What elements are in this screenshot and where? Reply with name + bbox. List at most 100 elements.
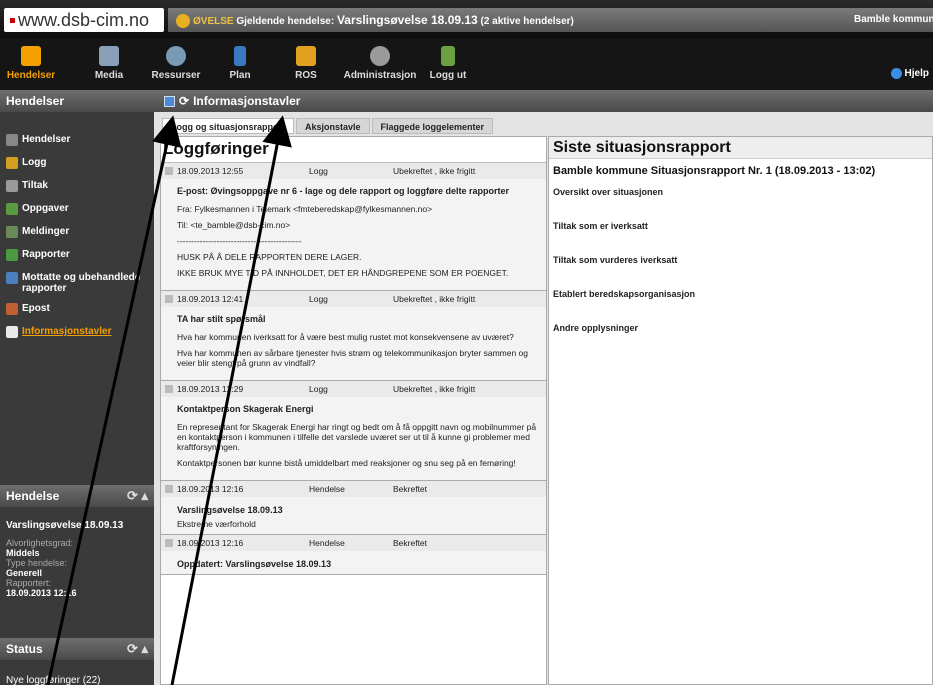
site-address[interactable]: www.dsb-cim.no [4, 8, 164, 32]
nav-label: Plan [229, 70, 251, 81]
sidebar-item-mottatte[interactable]: Mottatte og ubehandlede rapporter [0, 272, 154, 294]
sidebar: Hendelser Hendelser Logg Tiltak Oppgaver… [0, 90, 154, 686]
log-icon [6, 157, 18, 169]
type-label: Type hendelse: [6, 558, 68, 568]
new-log-entries-link[interactable]: Nye loggføringer (22) [6, 675, 100, 686]
tab-aksjonstavle[interactable]: Aksjonstavle [296, 118, 370, 134]
status-panel-title: Status [6, 642, 43, 656]
sidebar-item-informasjonstavler[interactable]: Informasjonstavler [0, 326, 154, 340]
nav-logg-ut[interactable]: Logg ut [424, 38, 472, 90]
entry-line: HUSK PÅ Å DELE RAPPORTEN DERE LAGER. [177, 252, 362, 262]
main-content: ⟳ Informasjonstavler Logg og situasjonsra… [154, 90, 933, 685]
sidebar-item-label: Meldinger [22, 226, 70, 237]
tab-logg-situasjonsrapport[interactable]: Logg og situasjonsrapport [162, 118, 294, 134]
sidebar-item-label: Oppgaver [22, 203, 69, 214]
entry-status: Ubekreftet , ikke frigitt [393, 294, 476, 304]
nav-ros[interactable]: ROS [286, 38, 326, 90]
entry-line: Hva har kommunen av sårbare tjenester hv… [177, 348, 529, 368]
sidebar-item-oppgaver[interactable]: Oppgaver [0, 203, 154, 217]
tab-bar: Logg og situasjonsrapport Aksjonstavle F… [162, 118, 495, 134]
log-panel-title: Loggføringer [161, 137, 546, 163]
log-entry-body: Kontaktperson Skagerak Energi En represe… [161, 397, 546, 480]
banner-count: (2 aktive hendelser) [480, 16, 574, 27]
banner-event[interactable]: Varslingsøvelse 18.09.13 [337, 13, 478, 27]
situation-report-title[interactable]: Bamble kommune Situasjonsrapport Nr. 1 (… [549, 159, 932, 187]
log-panel: Loggføringer 18.09.2013 12:55 Logg Ubekref… [160, 136, 547, 685]
entry-line: Til: <te_bamble@dsb-cim.no> [177, 220, 291, 230]
entry-date: 18.09.2013 12:29 [177, 384, 244, 394]
entry-date: 18.09.2013 12:41 [177, 294, 244, 304]
refresh-icon[interactable]: ⟳ ▴ [127, 638, 148, 660]
sidebar-item-logg[interactable]: Logg [0, 157, 154, 171]
tasks-icon [6, 203, 18, 215]
main-navigation: Hendelser Media Ressurser Plan ROS Admin… [0, 38, 933, 90]
severity-label: Alvorlighetsgrad: [6, 538, 74, 548]
entry-heading: Varslingsøvelse 18.09.13 [177, 505, 283, 515]
logout-icon [441, 46, 455, 66]
nav-label: Ressurser [151, 70, 201, 81]
site-address-text: www.dsb-cim.no [18, 10, 150, 30]
refresh-icon[interactable]: ⟳ [179, 94, 189, 108]
flag-icon[interactable] [165, 485, 173, 493]
entry-line: Ekstreme værforhold [177, 519, 256, 529]
sidebar-item-label: Epost [22, 303, 50, 314]
sidebar-item-hendelser[interactable]: Hendelser [0, 134, 154, 148]
sidebar-item-tiltak[interactable]: Tiltak [0, 180, 154, 194]
hendelse-panel-header: Hendelse ⟳ ▴ [0, 485, 154, 507]
reported-value: 18.09.2013 12:16 [6, 588, 77, 598]
nav-ressurser[interactable]: Ressurser [148, 38, 204, 90]
log-entry[interactable]: 18.09.2013 12:29 Logg Ubekreftet , ikke fr… [161, 381, 546, 481]
event-name[interactable]: Varslingsøvelse 18.09.13 [6, 520, 151, 531]
nav-label: Hendelser [6, 70, 56, 81]
situation-panel: Siste situasjonsrapport Bamble kommune S… [548, 136, 933, 685]
entry-date: 18.09.2013 12:55 [177, 166, 244, 176]
nav-label: Logg ut [429, 70, 467, 81]
log-entry[interactable]: 18.09.2013 12:16 Hendelse Bekreftet Oppdat… [161, 535, 546, 575]
situation-section: Oversikt over situasjonen [553, 187, 664, 197]
exercise-prefix: ØVELSE [193, 16, 234, 27]
flag-icon[interactable] [165, 539, 173, 547]
reports-icon [6, 249, 18, 261]
log-entry[interactable]: 18.09.2013 12:55 Logg Ubekreftet , ikke fr… [161, 163, 546, 291]
entry-heading: TA har stilt spørsmål [177, 314, 266, 324]
exercise-warning-icon [176, 14, 190, 29]
nav-label: Administrasjon [343, 70, 417, 81]
sidebar-item-label: Informasjonstavler [22, 326, 112, 337]
page-title-text: Informasjonstavler [193, 94, 301, 108]
sidebar-item-rapporter[interactable]: Rapporter [0, 249, 154, 263]
sidebar-item-epost[interactable]: Epost [0, 303, 154, 317]
banner-label: Gjeldende hendelse: [236, 16, 335, 27]
entry-type: Logg [309, 384, 328, 394]
nav-media[interactable]: Media [84, 38, 134, 90]
help-link[interactable]: Hjelp [890, 68, 929, 79]
situation-panel-title: Siste situasjonsrapport [549, 137, 932, 159]
log-entry[interactable]: 18.09.2013 12:41 Logg Ubekreftet , ikke fr… [161, 291, 546, 381]
flag-icon[interactable] [165, 295, 173, 303]
nav-plan[interactable]: Plan [218, 38, 262, 90]
sidebar-item-meldinger[interactable]: Meldinger [0, 226, 154, 240]
situation-section: Andre opplysninger [553, 323, 639, 333]
municipality-name: Bamble kommun [854, 14, 933, 25]
flag-icon[interactable] [165, 385, 173, 393]
entry-status: Bekreftet [393, 484, 428, 494]
tab-flaggede-loggelementer[interactable]: Flaggede loggelementer [371, 118, 494, 134]
flag-icon[interactable] [165, 167, 173, 175]
log-entry-meta: 18.09.2013 12:55 Logg Ubekreftet , ikke fr… [161, 163, 546, 179]
refresh-icon[interactable]: ⟳ ▴ [127, 485, 148, 507]
entry-type: Logg [309, 294, 328, 304]
log-entry[interactable]: 18.09.2013 12:16 Hendelse Bekreftet Varsli… [161, 481, 546, 535]
messages-icon [6, 226, 18, 238]
exercise-banner: ØVELSE Gjeldende hendelse: Varslingsøvel… [168, 8, 933, 32]
cube-icon [296, 46, 316, 66]
entry-heading: E-post: Øvingsoppgave nr 6 - lage og del… [177, 186, 510, 196]
nav-label: ROS [295, 70, 317, 81]
sidebar-item-label: Tiltak [22, 180, 48, 191]
nav-hendelser[interactable]: Hendelser [6, 38, 56, 90]
document-icon [234, 46, 246, 66]
window-icon[interactable] [164, 96, 175, 108]
situation-section: Tiltak som er iverksatt [553, 221, 648, 231]
entry-heading: Kontaktperson Skagerak Energi [177, 404, 314, 414]
sidebar-item-label: Logg [22, 157, 47, 168]
log-entry-meta: 18.09.2013 12:16 Hendelse Bekreftet [161, 481, 546, 497]
nav-administrasjon[interactable]: Administrasjon [340, 38, 420, 90]
